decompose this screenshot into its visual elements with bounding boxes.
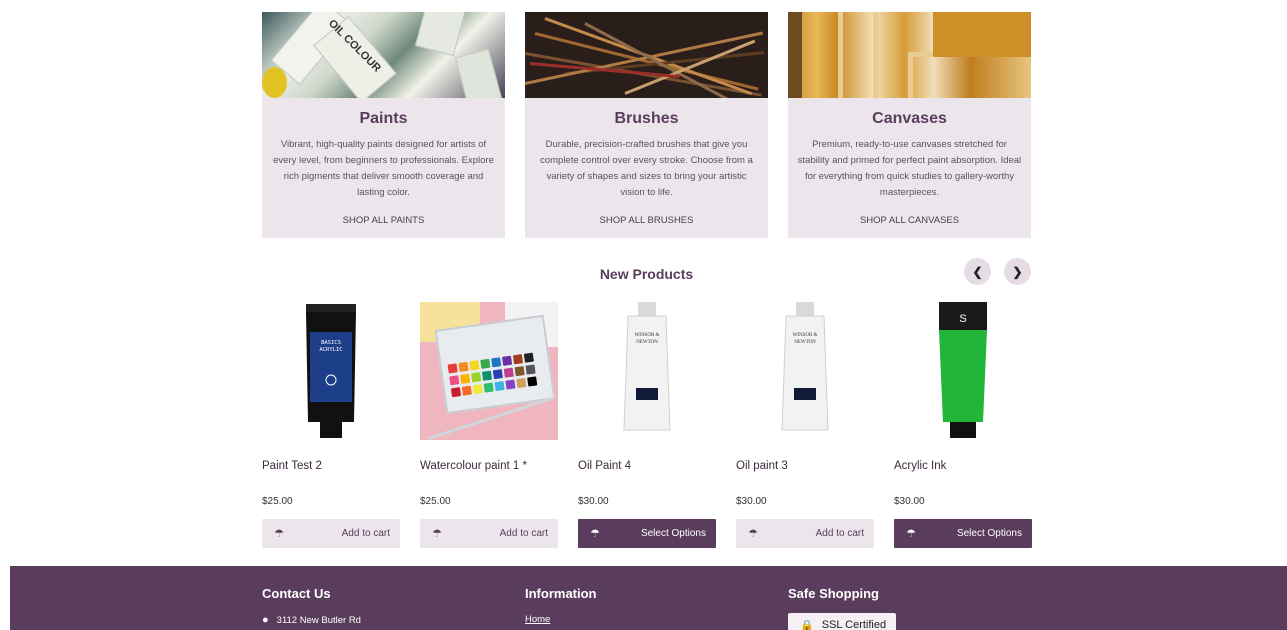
brushes-image xyxy=(525,12,768,98)
basket-icon: ☂ xyxy=(590,528,600,540)
product-price: $30.00 xyxy=(578,496,609,507)
footer-home-link[interactable]: Home xyxy=(525,614,550,625)
product-card[interactable]: BASICS ACRYLIC Paint Test 2 $25.00 ☂ Add… xyxy=(262,302,400,548)
product-name[interactable]: Oil paint 3 xyxy=(736,460,874,476)
carousel-prev-button[interactable]: ❮ xyxy=(964,258,991,285)
product-image[interactable]: WINSOR & NEWTON xyxy=(736,302,874,440)
category-title: Paints xyxy=(359,110,408,127)
category-title: Canvases xyxy=(872,110,947,127)
lock-icon: 🔒 xyxy=(800,619,814,630)
product-card[interactable]: S Acrylic Ink $30.00 ☂ Select Options xyxy=(894,302,1032,548)
product-name[interactable]: Acrylic Ink xyxy=(894,460,1032,476)
svg-text:S: S xyxy=(959,313,966,325)
address-text: 3112 New Butler Rd xyxy=(276,614,361,626)
footer-safe-shopping: Safe Shopping xyxy=(788,586,879,601)
paints-image: OIL COLOUR xyxy=(262,12,505,98)
basket-icon: ☂ xyxy=(906,528,916,540)
product-image[interactable]: WINSOR & NEWTON xyxy=(578,302,716,440)
product-card[interactable]: WINSOR & NEWTON Oil paint 3 $30.00 ☂ Add… xyxy=(736,302,874,548)
select-options-button[interactable]: ☂ Select Options xyxy=(894,519,1032,548)
product-brand-text: BASICS ACRYLIC xyxy=(319,340,343,353)
footer-contact-title: Contact Us xyxy=(262,586,331,601)
category-title: Brushes xyxy=(614,110,679,127)
add-to-cart-button[interactable]: ☂ Add to cart xyxy=(420,519,558,548)
shop-all-brushes-link[interactable]: SHOP ALL BRUSHES xyxy=(525,215,768,226)
category-description: Vibrant, high-quality paints designed fo… xyxy=(273,139,494,198)
add-to-cart-button[interactable]: ☂ Add to cart xyxy=(262,519,400,548)
basket-icon: ☂ xyxy=(432,528,442,540)
ssl-label: SSL Certified xyxy=(821,619,887,630)
product-name[interactable]: Watercolour paint 1 * xyxy=(420,460,558,476)
footer-info-title: Information xyxy=(525,586,597,601)
category-description: Durable, precision-crafted brushes that … xyxy=(540,139,753,198)
product-image[interactable] xyxy=(420,302,558,440)
new-products-title: New Products xyxy=(599,266,694,282)
category-card-paints[interactable]: OIL COLOUR Paints Vibrant, high-quality … xyxy=(262,12,505,238)
shop-all-canvases-link[interactable]: SHOP ALL CANVASES xyxy=(788,215,1031,226)
location-pin-icon: ● xyxy=(262,614,269,626)
category-card-brushes[interactable]: Brushes Durable, precision-crafted brush… xyxy=(525,12,768,238)
chevron-right-icon: ❯ xyxy=(1012,264,1023,279)
product-price: $30.00 xyxy=(894,496,925,507)
product-card[interactable]: WINSOR & NEWTON Oil Paint 4 $30.00 ☂ Sel… xyxy=(578,302,716,548)
footer-information: Information Home xyxy=(525,586,597,625)
footer-address: ● 3112 New Butler Rd xyxy=(262,614,361,626)
footer-contact: Contact Us ● 3112 New Butler Rd xyxy=(262,586,361,626)
basket-icon: ☂ xyxy=(274,528,284,540)
basket-icon: ☂ xyxy=(748,528,758,540)
button-label: Select Options xyxy=(640,528,706,539)
new-products-header: New Products ❮ ❯ xyxy=(262,258,1031,302)
product-name[interactable]: Oil Paint 4 xyxy=(578,460,716,476)
chevron-left-icon: ❮ xyxy=(972,264,983,279)
carousel-next-button[interactable]: ❯ xyxy=(1004,258,1031,285)
button-label: Select Options xyxy=(956,528,1022,539)
button-label: Add to cart xyxy=(499,528,548,539)
select-options-button[interactable]: ☂ Select Options xyxy=(578,519,716,548)
canvases-image xyxy=(788,12,1031,98)
button-label: Add to cart xyxy=(341,528,390,539)
main-content: OIL COLOUR Paints Vibrant, high-quality … xyxy=(262,12,1032,548)
category-card-canvases[interactable]: Canvases Premium, ready-to-use canvases … xyxy=(788,12,1031,238)
add-to-cart-button[interactable]: ☂ Add to cart xyxy=(736,519,874,548)
category-cards: OIL COLOUR Paints Vibrant, high-quality … xyxy=(262,12,1031,238)
product-brand-text: WINSOR & NEWTON xyxy=(792,333,818,345)
ssl-certified-badge: 🔒 SSL Certified xyxy=(788,613,896,630)
product-carousel: BASICS ACRYLIC Paint Test 2 $25.00 ☂ Add… xyxy=(262,302,1032,548)
site-footer: Contact Us ● 3112 New Butler Rd Informat… xyxy=(10,566,1287,630)
product-name[interactable]: Paint Test 2 xyxy=(262,460,400,476)
shop-all-paints-link[interactable]: SHOP ALL PAINTS xyxy=(262,215,505,226)
product-image[interactable]: BASICS ACRYLIC xyxy=(262,302,400,440)
product-card[interactable]: Watercolour paint 1 * $25.00 ☂ Add to ca… xyxy=(420,302,558,548)
product-price: $25.00 xyxy=(262,496,293,507)
product-price: $25.00 xyxy=(420,496,451,507)
category-description: Premium, ready-to-use canvases stretched… xyxy=(797,139,1022,198)
product-price: $30.00 xyxy=(736,496,767,507)
product-brand-text: WINSOR & NEWTON xyxy=(634,333,660,345)
footer-safe-title: Safe Shopping xyxy=(788,586,879,601)
button-label: Add to cart xyxy=(815,528,864,539)
product-image[interactable]: S xyxy=(894,302,1032,440)
